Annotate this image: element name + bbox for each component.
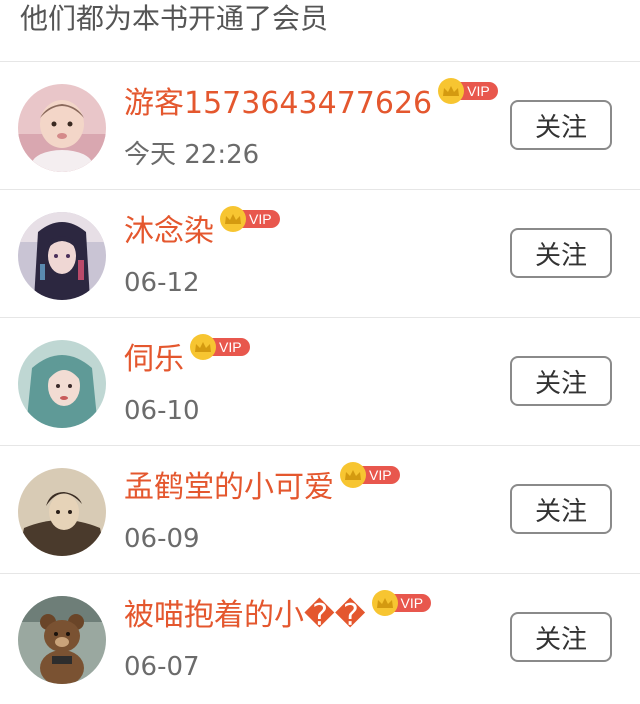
sepia-portrait-avatar-icon[interactable] xyxy=(18,468,106,556)
follow-button[interactable]: 关注 xyxy=(510,484,612,534)
member-name[interactable]: 被喵抱着的小�� xyxy=(124,596,366,636)
member-name-line: 沐念染 VIP xyxy=(124,206,280,252)
member-list: 游客1573643477626 VIP 今天 22:26 关注 沐念染 VIP … xyxy=(0,62,640,702)
member-name-line: 伺乐 VIP xyxy=(124,334,250,380)
follow-button[interactable]: 关注 xyxy=(510,100,612,150)
follow-button[interactable]: 关注 xyxy=(510,612,612,662)
member-name[interactable]: 沐念染 xyxy=(124,212,214,252)
member-name[interactable]: 伺乐 xyxy=(124,340,184,380)
member-name-line: 被喵抱着的小�� VIP xyxy=(124,590,432,636)
crown-icon xyxy=(438,78,465,104)
vip-badge: VIP xyxy=(190,334,250,360)
member-join-time: 今天 22:26 xyxy=(124,140,260,170)
member-name[interactable]: 孟鹤堂的小可爱 xyxy=(124,468,334,508)
member-join-time: 06-09 xyxy=(124,524,200,554)
member-name[interactable]: 游客1573643477626 xyxy=(124,84,432,124)
list-item[interactable]: 孟鹤堂的小可爱 VIP 06-09 关注 xyxy=(0,446,640,574)
member-join-time: 06-07 xyxy=(124,652,200,682)
list-item[interactable]: 游客1573643477626 VIP 今天 22:26 关注 xyxy=(0,62,640,190)
list-item[interactable]: 被喵抱着的小�� VIP 06-07 关注 xyxy=(0,574,640,702)
page-title: 他们都为本书开通了会员 xyxy=(20,1,329,35)
vip-badge: VIP xyxy=(220,206,280,232)
member-name-line: 游客1573643477626 VIP xyxy=(124,78,498,124)
crown-icon xyxy=(220,206,246,232)
crown-icon xyxy=(371,590,398,616)
list-item[interactable]: 伺乐 VIP 06-10 关注 xyxy=(0,318,640,446)
vip-badge: VIP xyxy=(371,590,432,616)
member-name-line: 孟鹤堂的小可爱 VIP xyxy=(124,462,400,508)
vip-badge: VIP xyxy=(340,462,400,488)
baby-photo-avatar-icon[interactable] xyxy=(18,84,106,172)
member-join-time: 06-10 xyxy=(124,396,200,426)
bear-doll-avatar-icon[interactable] xyxy=(18,596,106,684)
member-join-time: 06-12 xyxy=(124,268,200,298)
girl-portrait-avatar-icon[interactable] xyxy=(18,340,106,428)
follow-button[interactable]: 关注 xyxy=(510,356,612,406)
crown-icon xyxy=(190,334,216,360)
page-header: 他们都为本书开通了会员 xyxy=(0,0,640,62)
anime-girl-avatar-icon[interactable] xyxy=(18,212,106,300)
follow-button[interactable]: 关注 xyxy=(510,228,612,278)
vip-badge: VIP xyxy=(438,78,498,104)
list-item[interactable]: 沐念染 VIP 06-12 关注 xyxy=(0,190,640,318)
crown-icon xyxy=(340,462,366,488)
